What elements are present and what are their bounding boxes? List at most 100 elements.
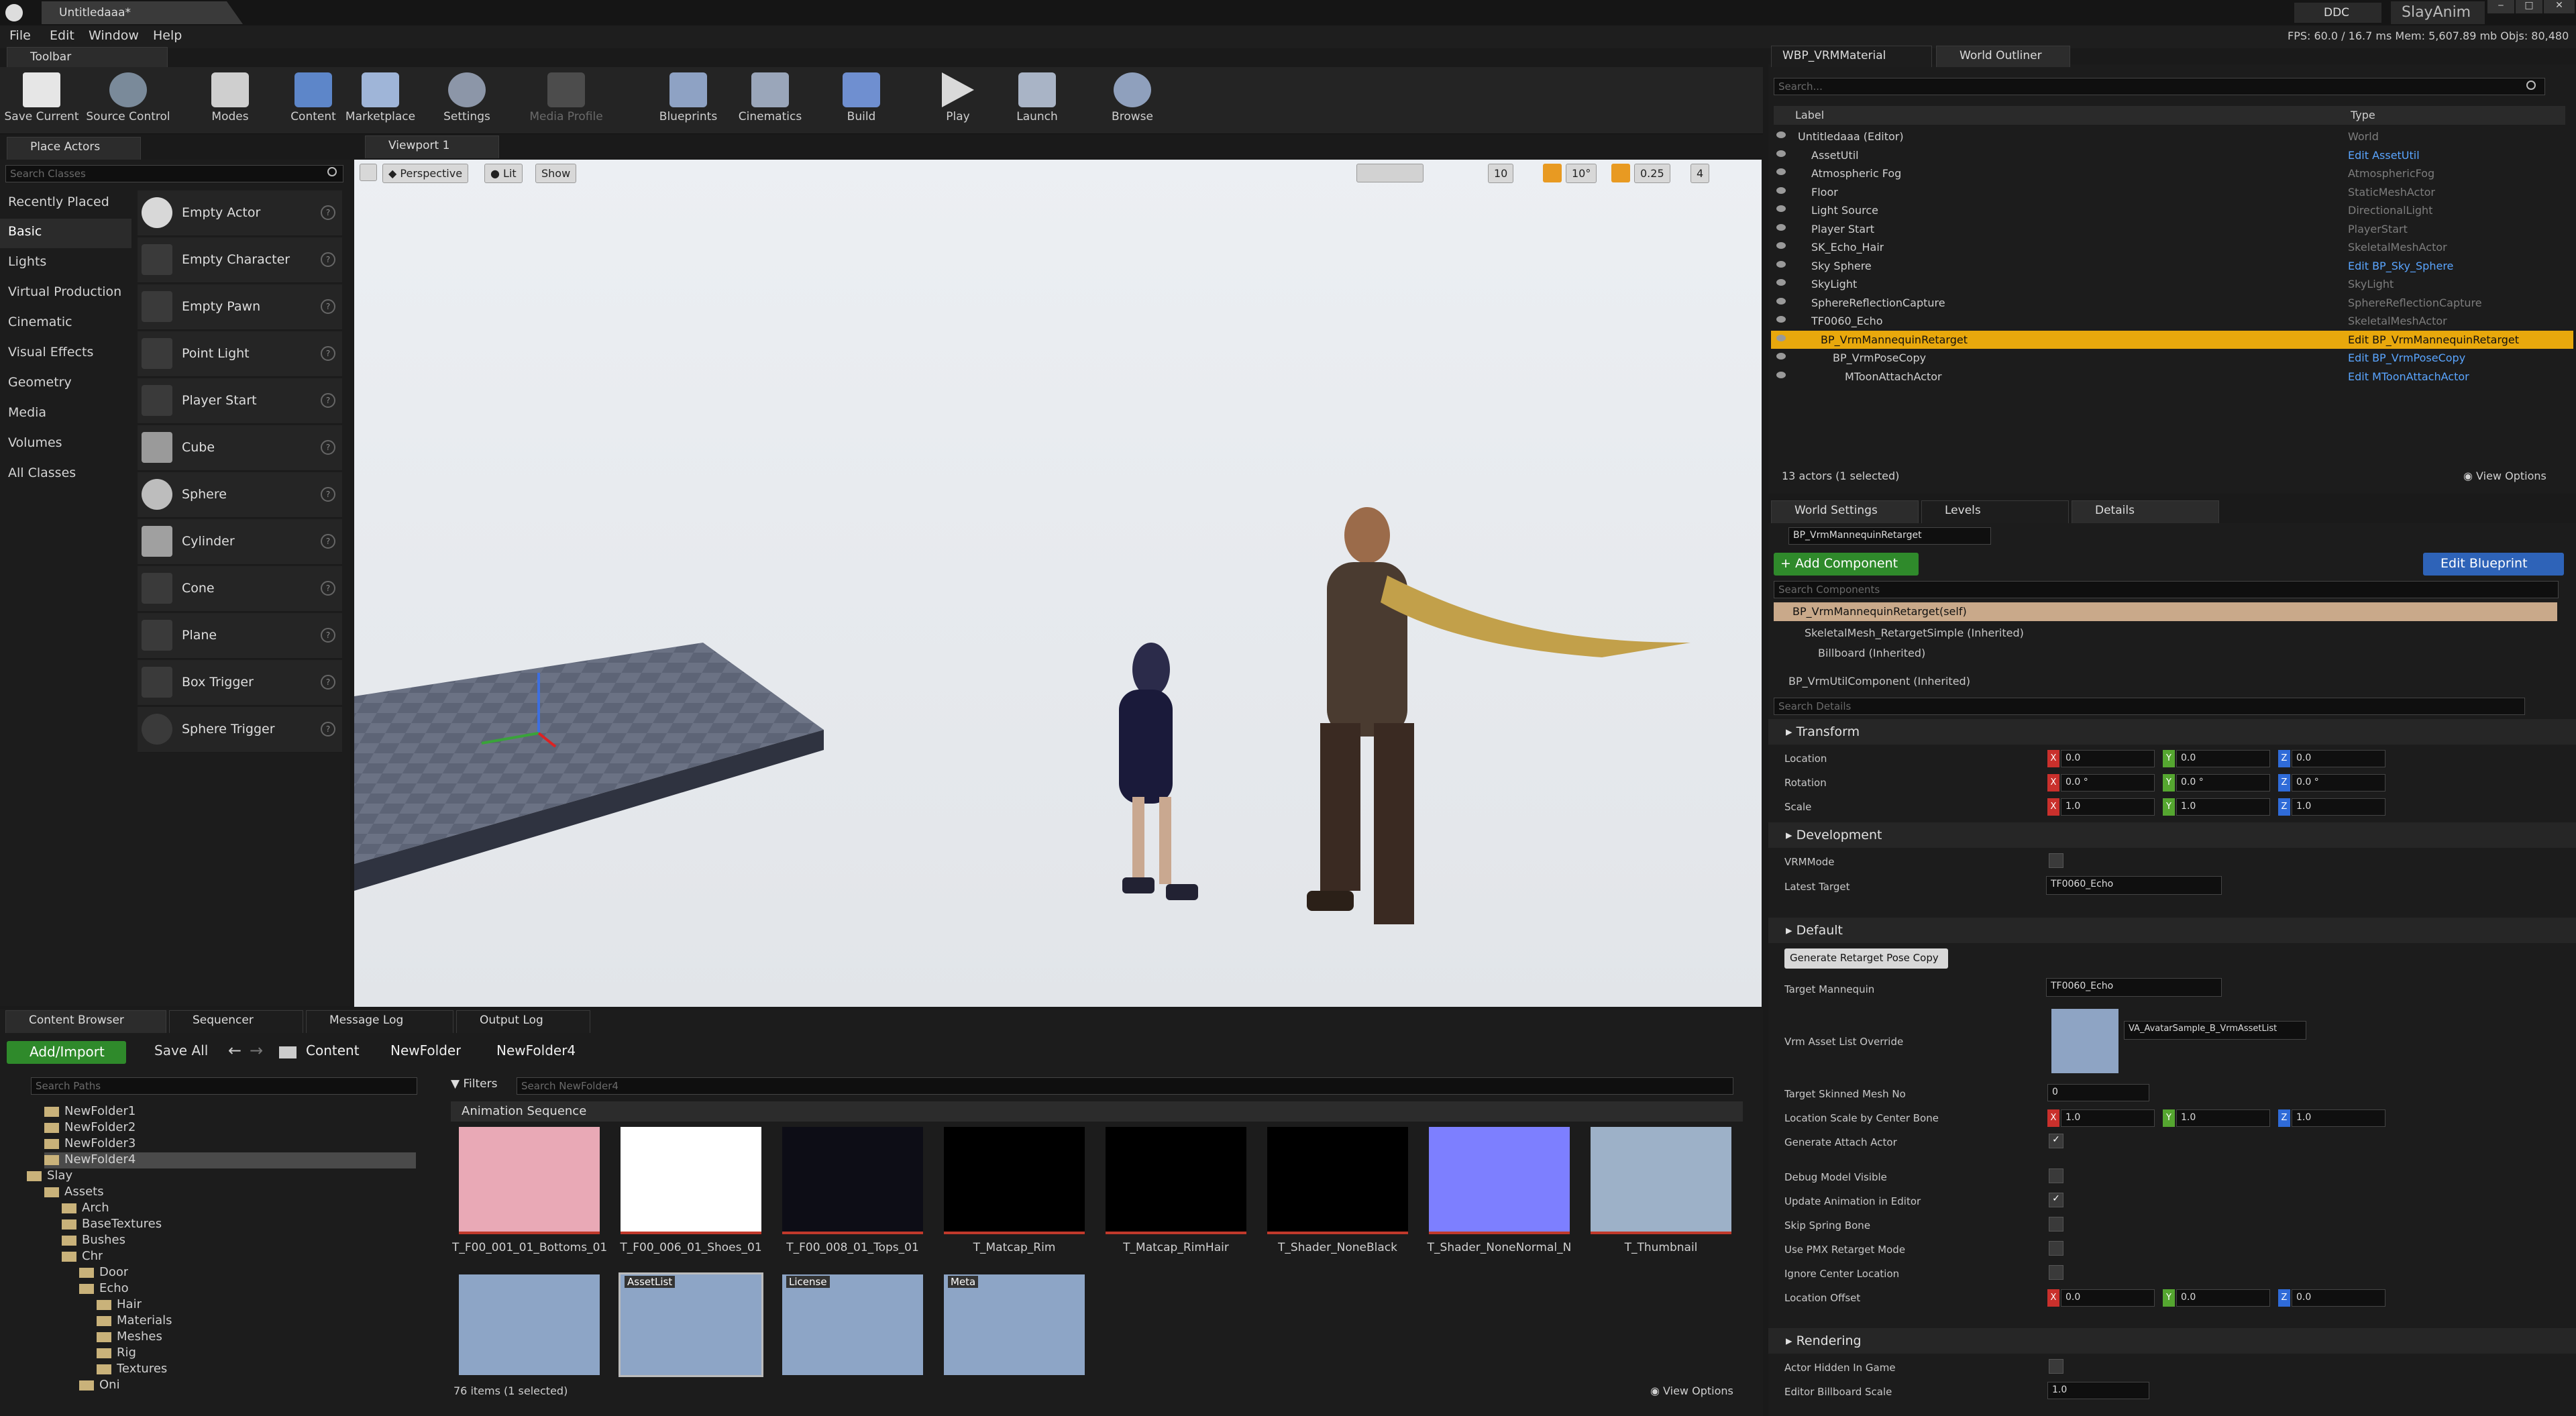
outliner-row[interactable]: SK_Echo_Hair SkeletalMeshActor: [1771, 238, 2573, 256]
tree-item[interactable]: Slay: [27, 1168, 72, 1185]
search-components-input[interactable]: Search Components: [1774, 581, 2559, 598]
outliner-row[interactable]: SkyLight SkyLight: [1771, 275, 2573, 293]
update-animation-checkbox[interactable]: ✓: [2049, 1193, 2063, 1207]
asset-thumbnail[interactable]: [944, 1127, 1085, 1234]
search-classes-input[interactable]: Search Classes: [5, 165, 343, 182]
generate-attach-actor-checkbox[interactable]: ✓: [2049, 1134, 2063, 1148]
outliner-row[interactable]: AssetUtil Edit AssetUtil: [1771, 146, 2573, 164]
camera-speed-value[interactable]: 4: [1690, 164, 1710, 183]
perspective-button[interactable]: ◆ Perspective: [382, 164, 469, 183]
rotation-snap-value[interactable]: 10°: [1566, 164, 1597, 183]
skip-spring-bone-checkbox[interactable]: [2049, 1217, 2063, 1232]
tab-world-settings[interactable]: World Settings: [1771, 500, 1919, 523]
column-label[interactable]: Label: [1795, 109, 1824, 121]
asset-thumbnail[interactable]: [1591, 1127, 1731, 1234]
grid-snap-value[interactable]: 10: [1488, 164, 1514, 183]
help-icon[interactable]: ?: [321, 628, 335, 643]
location-field-0[interactable]: 0.0: [2061, 750, 2155, 767]
scale-field-1[interactable]: 1.0: [2176, 798, 2270, 816]
section-default[interactable]: ▸ Default: [1768, 918, 2576, 943]
category-media[interactable]: Media: [0, 400, 131, 429]
column-type[interactable]: Type: [2351, 109, 2375, 121]
section-transform[interactable]: ▸ Transform: [1768, 719, 2576, 745]
location-field-2[interactable]: 0.0: [2292, 750, 2385, 767]
eye-icon[interactable]: [1776, 242, 1786, 249]
show-button[interactable]: Show: [535, 164, 577, 183]
component-self[interactable]: BP_VrmMannequinRetarget(self): [1774, 602, 2557, 621]
tree-item[interactable]: Meshes: [97, 1329, 162, 1346]
lit-button[interactable]: ● Lit: [484, 164, 523, 183]
outliner-row[interactable]: TF0060_Echo SkeletalMeshActor: [1771, 312, 2573, 330]
tab-sequencer[interactable]: Sequencer: [169, 1010, 303, 1033]
actor-plane[interactable]: Plane?: [138, 613, 342, 659]
asset-thumbnail[interactable]: [1429, 1127, 1570, 1234]
outliner-row[interactable]: MToonAttachActor Edit MToonAttachActor: [1771, 368, 2573, 386]
asset-thumbnail[interactable]: License: [782, 1274, 923, 1375]
content-view-options[interactable]: ◉ View Options: [1650, 1384, 1733, 1397]
billboard-scale-field[interactable]: 1.0: [2047, 1382, 2149, 1399]
tab-details[interactable]: Details: [2072, 500, 2219, 523]
place-actors-tab[interactable]: Place Actors: [7, 137, 141, 160]
add-component-button[interactable]: + Add Component: [1774, 553, 1919, 576]
save-current-button[interactable]: Save Current: [4, 67, 79, 131]
actor-box-trigger[interactable]: Box Trigger?: [138, 660, 342, 706]
tab-world-outliner[interactable]: World Outliner: [1936, 46, 2070, 67]
tree-item[interactable]: Assets: [44, 1185, 104, 1201]
eye-icon[interactable]: [1776, 297, 1786, 305]
tree-item[interactable]: NewFolder1: [44, 1104, 136, 1120]
tree-item[interactable]: Oni: [79, 1378, 120, 1394]
scale-snap-icon[interactable]: [1611, 164, 1630, 182]
vrm-asset-list-dropdown[interactable]: VA_AvatarSample_B_VrmAssetList: [2124, 1021, 2306, 1040]
outliner-row[interactable]: BP_VrmPoseCopy Edit BP_VrmPoseCopy: [1771, 349, 2573, 367]
category-recently-placed[interactable]: Recently Placed: [0, 189, 131, 219]
actor-empty-character[interactable]: Empty Character?: [138, 237, 342, 283]
help-icon[interactable]: ?: [321, 205, 335, 220]
component-billboard[interactable]: Billboard (Inherited): [1818, 647, 1925, 659]
category-virtual-production[interactable]: Virtual Production: [0, 279, 131, 309]
tree-item[interactable]: Textures: [97, 1362, 167, 1378]
help-icon[interactable]: ?: [321, 722, 335, 737]
latest-target-dropdown[interactable]: TF0060_Echo: [2046, 876, 2222, 895]
outliner-view-options[interactable]: ◉ View Options: [2463, 470, 2546, 482]
tab-message-log[interactable]: Message Log: [306, 1010, 453, 1033]
actor-hidden-checkbox[interactable]: [2049, 1359, 2063, 1374]
cinematics-button[interactable]: Cinematics: [734, 67, 806, 131]
tree-item[interactable]: NewFolder2: [44, 1120, 136, 1136]
minimize-button[interactable]: ‒: [2487, 0, 2514, 13]
menu-edit[interactable]: Edit: [50, 28, 74, 43]
help-icon[interactable]: ?: [321, 252, 335, 267]
actor-cylinder[interactable]: Cylinder?: [138, 519, 342, 565]
tree-item[interactable]: Arch: [62, 1201, 109, 1217]
filters-button[interactable]: ▼ Filters: [451, 1077, 497, 1091]
eye-icon[interactable]: [1776, 316, 1786, 323]
help-icon[interactable]: ?: [321, 534, 335, 549]
tree-item[interactable]: Hair: [97, 1297, 142, 1313]
eye-icon[interactable]: [1776, 279, 1786, 286]
scale-field-0[interactable]: 1.0: [2061, 798, 2155, 816]
outliner-row[interactable]: Player Start PlayerStart: [1771, 220, 2573, 238]
search-details-input[interactable]: Search Details: [1774, 698, 2525, 715]
content-button[interactable]: Content: [282, 67, 345, 131]
character-large[interactable]: [1307, 507, 1690, 924]
character-small[interactable]: [1119, 643, 1198, 900]
eye-icon[interactable]: [1776, 205, 1786, 212]
back-arrow-icon[interactable]: ←: [228, 1041, 241, 1060]
outliner-row[interactable]: SphereReflectionCapture SphereReflectionC…: [1771, 294, 2573, 312]
help-icon[interactable]: ?: [321, 346, 335, 361]
location-scale-field-0[interactable]: 1.0: [2061, 1109, 2155, 1127]
viewport-options-button[interactable]: [360, 164, 377, 181]
viewport-tab[interactable]: Viewport 1: [365, 135, 499, 158]
help-icon[interactable]: ?: [321, 581, 335, 596]
tab-content-browser[interactable]: Content Browser: [5, 1010, 166, 1033]
outliner-row[interactable]: Sky Sphere Edit BP_Sky_Sphere: [1771, 257, 2573, 275]
settings-button[interactable]: Settings: [433, 67, 500, 131]
eye-icon[interactable]: [1776, 334, 1786, 341]
category-geometry[interactable]: Geometry: [0, 370, 131, 399]
document-tab[interactable]: Untitledaaa*: [42, 1, 243, 24]
section-development[interactable]: ▸ Development: [1768, 822, 2576, 848]
component-skeletal-mesh[interactable]: SkeletalMesh_RetargetSimple (Inherited): [1805, 627, 2024, 639]
actor-sphere[interactable]: Sphere?: [138, 472, 342, 518]
outliner-row-type[interactable]: Edit BP_VrmPoseCopy: [2348, 351, 2465, 364]
search-paths-input[interactable]: Search Paths: [31, 1077, 417, 1095]
tree-item[interactable]: NewFolder3: [44, 1136, 136, 1152]
